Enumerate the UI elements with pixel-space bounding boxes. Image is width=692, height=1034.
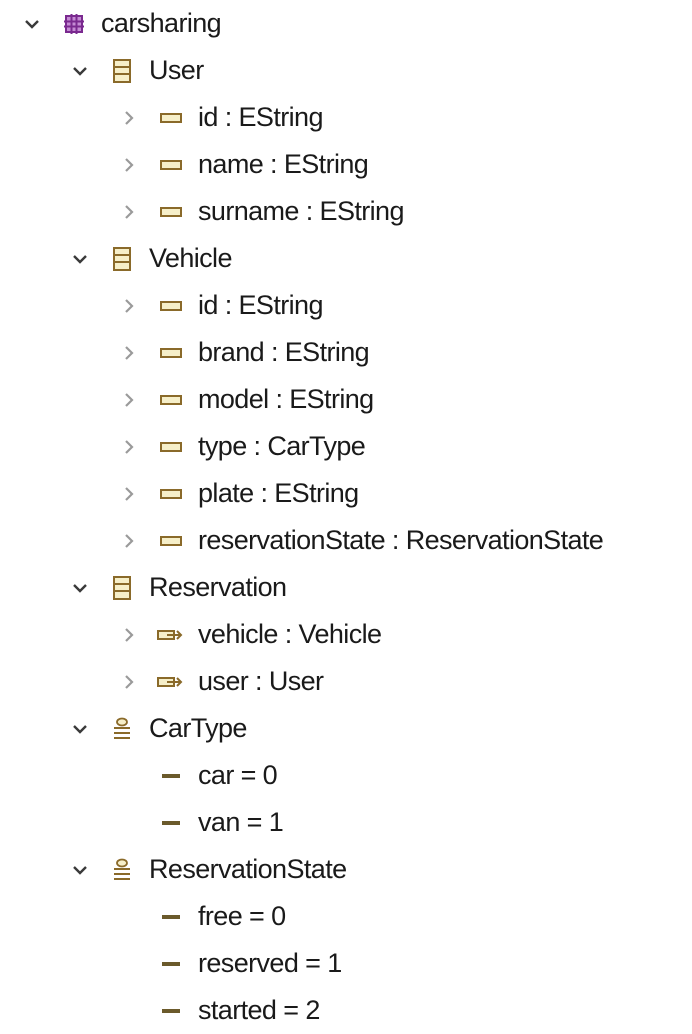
tree-item-enum-cartype[interactable]: CarType <box>0 705 692 752</box>
chevron-right-icon[interactable] <box>115 621 143 649</box>
tree-item-label: model : EString <box>198 384 374 414</box>
tree-item-label: started = 2 <box>198 995 320 1025</box>
chevron-down-icon[interactable] <box>18 10 46 38</box>
tree-item-reference[interactable]: vehicle : Vehicle <box>0 611 692 658</box>
tree-item-class-reservation[interactable]: Reservation <box>0 564 692 611</box>
chevron-down-icon[interactable] <box>66 856 94 884</box>
eclass-icon <box>108 57 136 85</box>
tree-item-enum-literal[interactable]: free = 0 <box>0 893 692 940</box>
tree-item-label: van = 1 <box>198 807 284 837</box>
tree-item-enum-reservationstate[interactable]: ReservationState <box>0 846 692 893</box>
eclass-icon <box>108 574 136 602</box>
eattribute-icon <box>157 198 185 226</box>
tree-item-attribute[interactable]: id : EString <box>0 94 692 141</box>
chevron-down-icon[interactable] <box>66 57 94 85</box>
tree-item-label: brand : EString <box>198 337 370 367</box>
ecore-tree-view: carsharing User id : EString name : EStr… <box>0 0 692 1025</box>
chevron-right-icon[interactable] <box>115 198 143 226</box>
tree-item-label: plate : EString <box>198 478 359 508</box>
chevron-right-icon[interactable] <box>115 151 143 179</box>
tree-item-carsharing[interactable]: carsharing <box>0 0 692 47</box>
tree-item-enum-literal[interactable]: van = 1 <box>0 799 692 846</box>
eattribute-icon <box>157 292 185 320</box>
eattribute-icon <box>157 151 185 179</box>
tree-item-label: user : User <box>198 666 324 696</box>
eattribute-icon <box>157 386 185 414</box>
tree-item-attribute[interactable]: type : CarType <box>0 423 692 470</box>
eenum-literal-icon <box>157 809 185 837</box>
tree-item-label: reservationState : ReservationState <box>198 525 604 555</box>
tree-item-label: type : CarType <box>198 431 366 461</box>
eattribute-icon <box>157 104 185 132</box>
eenum-literal-icon <box>157 997 185 1025</box>
tree-item-label: carsharing <box>101 8 222 38</box>
eattribute-icon <box>157 433 185 461</box>
tree-item-attribute[interactable]: brand : EString <box>0 329 692 376</box>
chevron-right-icon[interactable] <box>115 480 143 508</box>
tree-item-label: User <box>149 55 204 85</box>
tree-item-label: id : EString <box>198 102 323 132</box>
tree-item-label: reserved = 1 <box>198 948 342 978</box>
tree-item-label: ReservationState <box>149 854 347 884</box>
tree-item-label: CarType <box>149 713 247 743</box>
tree-item-reference[interactable]: user : User <box>0 658 692 705</box>
package-icon <box>60 10 88 38</box>
eenum-icon <box>108 856 136 884</box>
tree-item-attribute[interactable]: plate : EString <box>0 470 692 517</box>
chevron-right-icon[interactable] <box>115 433 143 461</box>
chevron-right-icon[interactable] <box>115 668 143 696</box>
ereference-icon <box>157 668 185 696</box>
tree-item-attribute[interactable]: surname : EString <box>0 188 692 235</box>
chevron-right-icon[interactable] <box>115 292 143 320</box>
ereference-icon <box>157 621 185 649</box>
tree-item-label: id : EString <box>198 290 323 320</box>
tree-item-attribute[interactable]: reservationState : ReservationState <box>0 517 692 564</box>
tree-item-class-vehicle[interactable]: Vehicle <box>0 235 692 282</box>
tree-item-label: name : EString <box>198 149 369 179</box>
tree-item-attribute[interactable]: model : EString <box>0 376 692 423</box>
eclass-icon <box>108 245 136 273</box>
chevron-right-icon[interactable] <box>115 339 143 367</box>
eattribute-icon <box>157 527 185 555</box>
eattribute-icon <box>157 339 185 367</box>
chevron-down-icon[interactable] <box>66 715 94 743</box>
chevron-down-icon[interactable] <box>66 574 94 602</box>
tree-item-enum-literal[interactable]: car = 0 <box>0 752 692 799</box>
tree-item-label: Reservation <box>149 572 287 602</box>
tree-item-attribute[interactable]: name : EString <box>0 141 692 188</box>
tree-item-attribute[interactable]: id : EString <box>0 282 692 329</box>
tree-item-label: vehicle : Vehicle <box>198 619 382 649</box>
eenum-literal-icon <box>157 950 185 978</box>
chevron-right-icon[interactable] <box>115 386 143 414</box>
chevron-right-icon[interactable] <box>115 527 143 555</box>
tree-item-label: Vehicle <box>149 243 232 273</box>
chevron-down-icon[interactable] <box>66 245 94 273</box>
eenum-literal-icon <box>157 903 185 931</box>
chevron-right-icon[interactable] <box>115 104 143 132</box>
eenum-literal-icon <box>157 762 185 790</box>
tree-item-label: surname : EString <box>198 196 405 226</box>
eattribute-icon <box>157 480 185 508</box>
tree-item-label: car = 0 <box>198 760 278 790</box>
tree-item-class-user[interactable]: User <box>0 47 692 94</box>
tree-item-enum-literal[interactable]: started = 2 <box>0 987 692 1034</box>
eenum-icon <box>108 715 136 743</box>
tree-item-label: free = 0 <box>198 901 286 931</box>
tree-item-enum-literal[interactable]: reserved = 1 <box>0 940 692 987</box>
